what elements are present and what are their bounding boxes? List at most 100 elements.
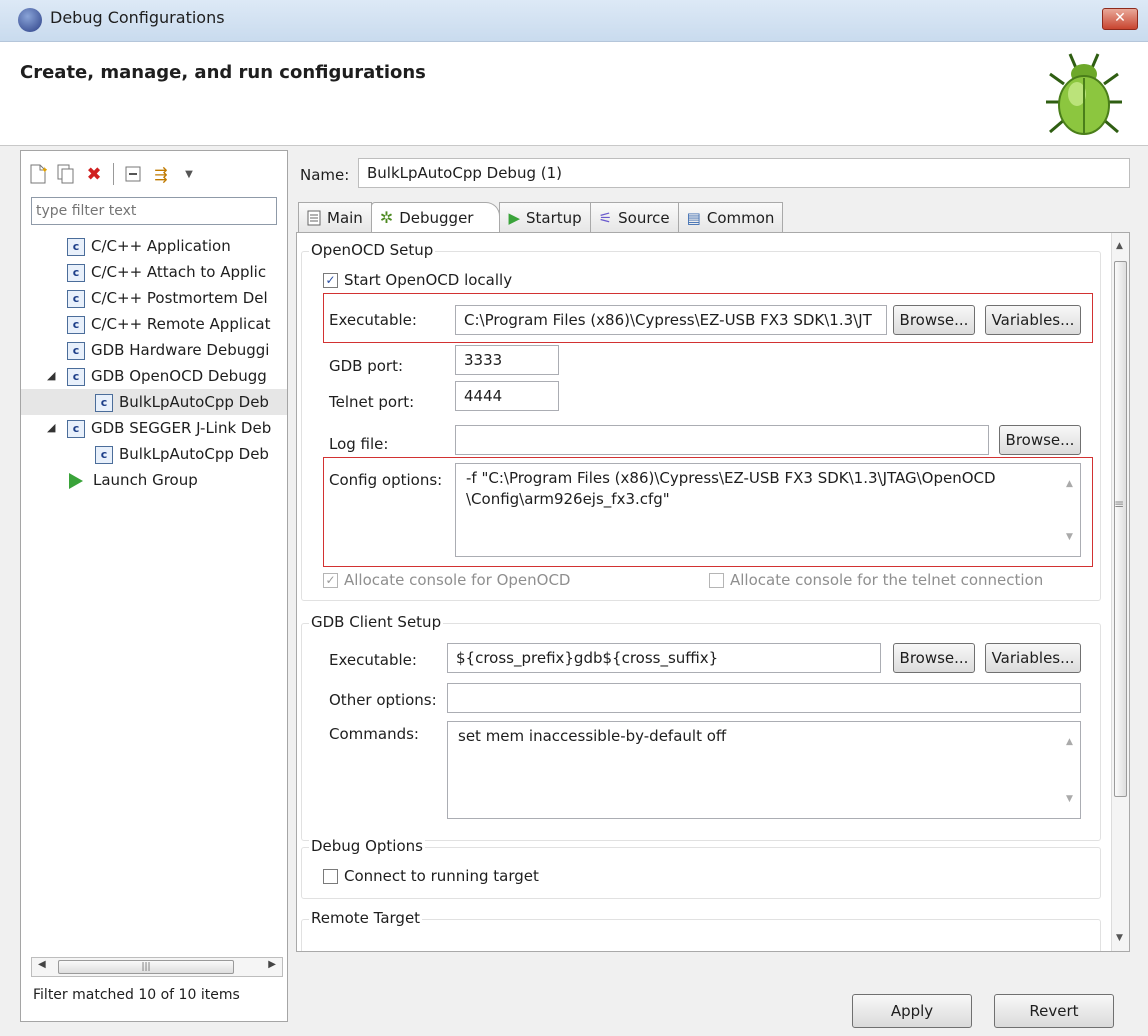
scroll-up-icon[interactable]: ▲ <box>1066 732 1073 753</box>
connect-running-target-checkbox[interactable]: Connect to running target <box>323 867 539 885</box>
log-file-field[interactable] <box>455 425 989 455</box>
panel-vertical-scrollbar[interactable]: ▲ ≡ ▼ <box>1111 233 1129 951</box>
duplicate-icon[interactable] <box>55 163 77 185</box>
tab-source[interactable]: ⚟ Source <box>589 202 679 232</box>
c-config-icon: c <box>67 419 85 438</box>
scroll-down-icon[interactable]: ▼ <box>1116 933 1123 943</box>
openocd-executable-label: Executable: <box>329 311 417 329</box>
tree-item-c-remote[interactable]: c C/C++ Remote Applicat <box>21 311 287 337</box>
scroll-left-icon[interactable]: ◀ <box>38 959 46 970</box>
horizontal-scrollbar[interactable]: ◀ ||| ▶ <box>31 957 283 977</box>
tree-item-gdb-openocd[interactable]: ◢ c GDB OpenOCD Debugg <box>21 363 287 389</box>
allocate-telnet-console-checkbox[interactable]: Allocate console for the telnet connecti… <box>709 571 1043 589</box>
tree-item-c-attach[interactable]: c C/C++ Attach to Applic <box>21 259 287 285</box>
tree-item-label: BulkLpAutoCpp Deb <box>119 393 269 411</box>
page-title: Create, manage, and run configurations <box>20 62 426 83</box>
common-tab-icon: ▤ <box>686 208 701 227</box>
scroll-thumb[interactable]: ||| <box>58 960 234 974</box>
revert-button[interactable]: Revert <box>994 994 1114 1028</box>
main-tab-icon <box>307 210 321 225</box>
openocd-variables-button[interactable]: Variables... <box>985 305 1081 335</box>
tab-label: Main <box>327 208 363 227</box>
title-bar: Debug Configurations ✕ <box>0 0 1148 42</box>
tree-item-gdb-segger[interactable]: ◢ c GDB SEGGER J-Link Deb <box>21 415 287 441</box>
window-title: Debug Configurations <box>50 8 225 27</box>
log-file-browse-button[interactable]: Browse... <box>999 425 1081 455</box>
tab-main[interactable]: Main <box>298 202 372 232</box>
c-config-icon: c <box>95 445 113 464</box>
scroll-up-icon[interactable]: ▲ <box>1066 474 1073 495</box>
debugger-tab-icon: ✲ <box>379 208 394 227</box>
tree-item-label: C/C++ Remote Applicat <box>91 315 271 333</box>
checkbox-checked-icon: ✓ <box>323 572 338 588</box>
tab-label: Debugger <box>399 208 474 227</box>
gdb-browse-button[interactable]: Browse... <box>893 643 975 673</box>
config-options-line: -f "C:\Program Files (x86)\Cypress\EZ-US… <box>466 469 996 487</box>
scroll-right-icon[interactable]: ▶ <box>268 959 276 970</box>
toolbar-separator <box>113 163 114 185</box>
telnet-port-field[interactable]: 4444 <box>455 381 559 411</box>
delete-icon[interactable]: ✖ <box>83 163 105 185</box>
tree-item-label: C/C++ Postmortem Del <box>91 289 268 307</box>
tree-item-label: GDB OpenOCD Debugg <box>91 367 267 385</box>
c-config-icon: c <box>67 237 85 256</box>
tab-bar: Main ✲ Debugger ▶ Startup ⚟ Source ▤ Com… <box>298 202 784 232</box>
c-config-icon: c <box>67 289 85 308</box>
svg-text:✦: ✦ <box>41 166 47 176</box>
configuration-tree: c C/C++ Application c C/C++ Attach to Appl… <box>21 233 287 493</box>
config-options-textarea[interactable]: -f "C:\Program Files (x86)\Cypress\EZ-US… <box>455 463 1081 557</box>
gdb-executable-field[interactable]: ${cross_prefix}gdb${cross_suffix} <box>447 643 881 673</box>
left-toolbar: ✦ ✖ ⇶ ▼ <box>27 159 200 189</box>
c-config-icon: c <box>67 367 85 386</box>
allocate-openocd-console-checkbox[interactable]: ✓ Allocate console for OpenOCD <box>323 571 570 589</box>
scroll-down-icon[interactable]: ▼ <box>1066 789 1073 810</box>
openocd-browse-button[interactable]: Browse... <box>893 305 975 335</box>
tree-item-label: C/C++ Application <box>91 237 231 255</box>
scroll-up-icon[interactable]: ▲ <box>1116 241 1123 251</box>
tree-item-c-application[interactable]: c C/C++ Application <box>21 233 287 259</box>
remote-target-title: Remote Target <box>309 909 423 927</box>
filter-status: Filter matched 10 of 10 items <box>33 987 240 1003</box>
tab-debugger[interactable]: ✲ Debugger <box>370 202 501 232</box>
filter-input[interactable] <box>31 197 277 225</box>
tree-item-openocd-bulklpautocpp[interactable]: c BulkLpAutoCpp Deb <box>21 389 287 415</box>
other-options-label: Other options: <box>329 691 437 709</box>
expand-arrow-icon[interactable]: ◢ <box>47 415 55 441</box>
scroll-thumb[interactable] <box>1114 261 1127 797</box>
tree-item-gdb-hardware[interactable]: c GDB Hardware Debuggi <box>21 337 287 363</box>
tree-item-launch-group[interactable]: Launch Group <box>21 467 287 493</box>
gdb-port-field[interactable]: 3333 <box>455 345 559 375</box>
commands-line: set mem inaccessible-by-default off <box>458 727 727 745</box>
filter-icon[interactable]: ⇶ <box>150 163 172 185</box>
debugger-tab-panel: OpenOCD Setup ✓ Start OpenOCD locally Ex… <box>296 232 1130 952</box>
new-configuration-icon[interactable]: ✦ <box>27 163 49 185</box>
tree-item-c-postmortem[interactable]: c C/C++ Postmortem Del <box>21 285 287 311</box>
commands-textarea[interactable]: set mem inaccessible-by-default off ▲ ▼ <box>447 721 1081 819</box>
tree-item-segger-bulklpautocpp[interactable]: c BulkLpAutoCpp Deb <box>21 441 287 467</box>
expand-arrow-icon[interactable]: ◢ <box>47 363 55 389</box>
tab-label: Common <box>706 208 775 227</box>
collapse-all-icon[interactable] <box>122 163 144 185</box>
close-button[interactable]: ✕ <box>1102 8 1138 30</box>
config-options-scrollbar[interactable]: ▲ ▼ <box>1062 464 1080 556</box>
gdb-variables-button[interactable]: Variables... <box>985 643 1081 673</box>
start-openocd-checkbox[interactable]: ✓ Start OpenOCD locally <box>323 271 512 289</box>
tab-startup[interactable]: ▶ Startup <box>499 202 591 232</box>
debug-app-icon <box>18 8 42 32</box>
name-input[interactable]: BulkLpAutoCpp Debug (1) <box>358 158 1130 188</box>
scroll-grip-icon: ≡ <box>1114 497 1125 511</box>
tab-common[interactable]: ▤ Common <box>677 202 784 232</box>
other-options-field[interactable] <box>447 683 1081 713</box>
bug-icon <box>1046 53 1122 135</box>
dropdown-arrow-icon[interactable]: ▼ <box>178 163 200 185</box>
startup-tab-icon: ▶ <box>508 208 521 227</box>
openocd-setup-title: OpenOCD Setup <box>309 241 436 259</box>
commands-scrollbar[interactable]: ▲ ▼ <box>1062 722 1080 818</box>
c-config-icon: c <box>67 341 85 360</box>
config-options-label: Config options: <box>329 471 443 489</box>
tab-label: Startup <box>526 208 582 227</box>
debug-options-title: Debug Options <box>309 837 425 855</box>
openocd-executable-field[interactable]: C:\Program Files (x86)\Cypress\EZ-USB FX… <box>455 305 887 335</box>
apply-button[interactable]: Apply <box>852 994 972 1028</box>
scroll-down-icon[interactable]: ▼ <box>1066 527 1073 548</box>
